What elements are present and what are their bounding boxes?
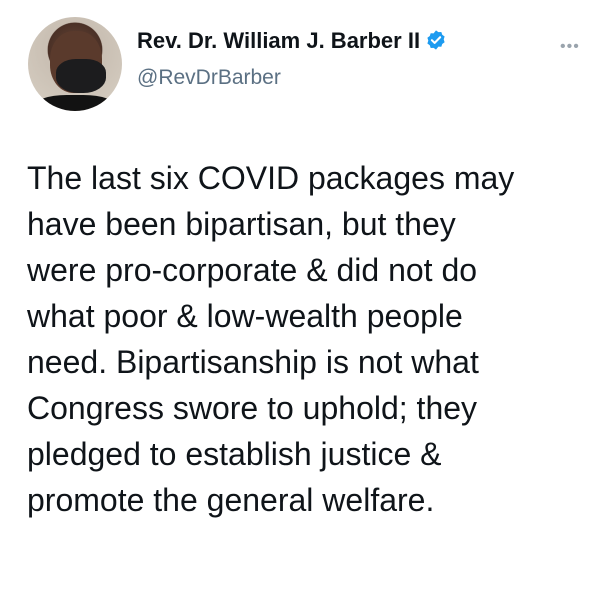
tweet-line: were pro-corporate & did not do: [27, 252, 478, 288]
avatar-mask: [56, 59, 106, 93]
tweet-line: pledged to establish justice &: [27, 436, 442, 472]
tweet-line: promote the general welfare.: [27, 482, 435, 518]
tweet-line: Congress swore to uphold; they: [27, 390, 478, 426]
avatar[interactable]: [28, 17, 122, 111]
tweet-line: The last six COVID packages may: [27, 160, 515, 196]
verified-badge-icon: [427, 30, 445, 50]
tweet-line: have been bipartisan, but they: [27, 206, 456, 242]
author-name-row[interactable]: Rev. Dr. William J. Barber II: [137, 28, 447, 54]
avatar-shirt: [33, 95, 117, 111]
author-name[interactable]: Rev. Dr. William J. Barber II: [137, 28, 420, 53]
more-options-icon[interactable]: •••: [560, 38, 580, 56]
author-handle[interactable]: @RevDrBarber: [137, 66, 281, 90]
tweet-line: what poor & low-wealth people: [27, 298, 463, 334]
tweet-line: need. Bipartisanship is not what: [27, 344, 479, 380]
tweet-text: The last six COVID packages may have bee…: [27, 155, 602, 523]
